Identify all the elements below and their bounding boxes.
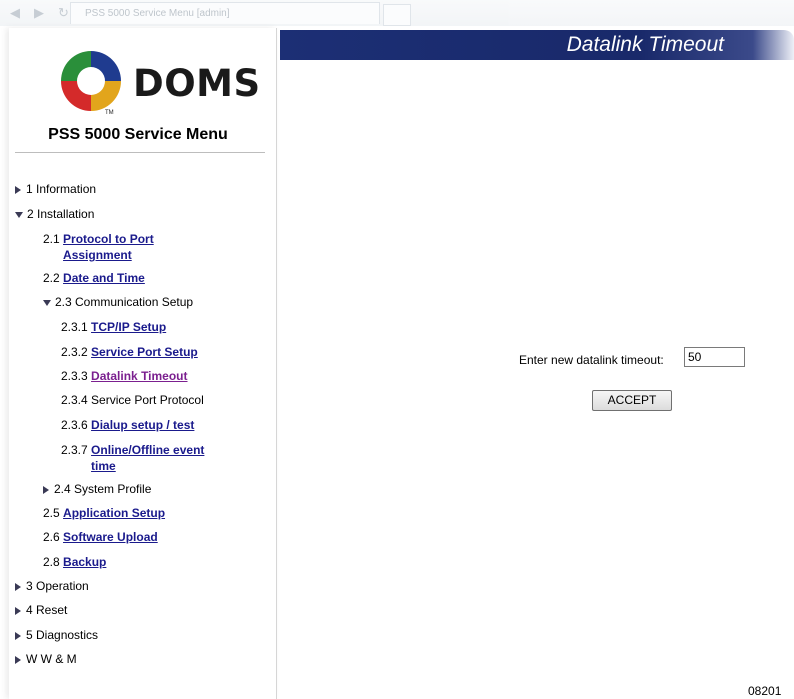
menu-item-wwm[interactable]: W W & M bbox=[15, 651, 77, 667]
menu-item-operation[interactable]: 3 Operation bbox=[15, 578, 89, 594]
link-software-upload[interactable]: Software Upload bbox=[63, 530, 158, 544]
expand-icon bbox=[15, 655, 21, 664]
expand-icon bbox=[15, 606, 21, 615]
link-datalink-timeout[interactable]: Datalink Timeout bbox=[91, 369, 187, 383]
menu-item-tcpip-setup: 2.3.1 TCP/IP Setup bbox=[61, 320, 167, 334]
collapse-icon bbox=[15, 211, 23, 218]
doms-logo-icon bbox=[61, 51, 121, 111]
menu-item-dialup-setup: 2.3.6 Dialup setup / test bbox=[61, 418, 195, 432]
expand-icon bbox=[15, 185, 21, 194]
link-protocol-to-port[interactable]: Protocol to Port Assignment bbox=[63, 231, 173, 263]
menu-item-diagnostics[interactable]: 5 Diagnostics bbox=[15, 627, 98, 643]
menu-item-service-port-protocol: 2.3.4 Service Port Protocol bbox=[61, 393, 204, 407]
link-dialup-setup[interactable]: Dialup setup / test bbox=[91, 418, 194, 432]
link-backup[interactable]: Backup bbox=[63, 555, 106, 569]
timeout-label: Enter new datalink timeout: bbox=[519, 353, 664, 367]
expand-icon bbox=[15, 631, 21, 640]
expand-icon bbox=[43, 485, 49, 494]
link-online-offline-event[interactable]: Online/Offline event time bbox=[91, 442, 231, 474]
menu-item-service-port-setup: 2.3.2 Service Port Setup bbox=[61, 345, 198, 359]
menu-item-information[interactable]: 1 Information bbox=[15, 181, 96, 197]
link-service-port-setup[interactable]: Service Port Setup bbox=[91, 345, 198, 359]
timeout-input[interactable] bbox=[684, 347, 745, 367]
collapse-icon bbox=[43, 299, 51, 306]
menu-item-datalink-timeout: 2.3.3 Datalink Timeout bbox=[61, 369, 188, 383]
page-header: Datalink Timeout bbox=[280, 30, 794, 60]
link-date-time[interactable]: Date and Time bbox=[63, 271, 145, 285]
logo-text: DOMS bbox=[133, 62, 261, 105]
divider bbox=[15, 152, 265, 153]
logo-trademark: TM bbox=[105, 110, 114, 116]
menu-item-installation[interactable]: 2 Installation bbox=[15, 206, 94, 222]
browser-tab-title: PSS 5000 Service Menu [admin] bbox=[85, 8, 230, 19]
menu-item-date-time: 2.2 Date and Time bbox=[43, 271, 145, 285]
expand-icon bbox=[15, 582, 21, 591]
link-application-setup[interactable]: Application Setup bbox=[63, 506, 165, 520]
footer-code: 08201 bbox=[748, 684, 782, 698]
link-tcpip-setup[interactable]: TCP/IP Setup bbox=[91, 320, 166, 334]
doms-logo: DOMS TM bbox=[51, 40, 261, 134]
menu-item-online-offline-event: 2.3.7 Online/Offline event time bbox=[61, 442, 231, 474]
menu-title: PSS 5000 Service Menu bbox=[48, 126, 228, 143]
sidebar: DOMS TM PSS 5000 Service Menu 1 Informat… bbox=[9, 28, 277, 699]
menu-item-reset[interactable]: 4 Reset bbox=[15, 602, 67, 618]
menu-item-application-setup: 2.5 Application Setup bbox=[43, 506, 166, 520]
menu-item-protocol-to-port: 2.1 Protocol to Port Assignment bbox=[43, 231, 173, 263]
accept-button[interactable]: ACCEPT bbox=[592, 390, 672, 411]
browser-tab[interactable]: PSS 5000 Service Menu [admin] bbox=[70, 2, 380, 24]
page-title: Datalink Timeout bbox=[566, 33, 724, 56]
menu-item-backup: 2.8 Backup bbox=[43, 555, 107, 569]
new-tab-button[interactable] bbox=[383, 4, 411, 26]
menu-item-communication-setup[interactable]: 2.3 Communication Setup bbox=[43, 294, 193, 310]
menu-item-software-upload: 2.6 Software Upload bbox=[43, 530, 158, 544]
menu-item-system-profile[interactable]: 2.4 System Profile bbox=[43, 481, 151, 497]
browser-chrome: ◀▶↻ PSS 5000 Service Menu [admin] bbox=[0, 0, 794, 26]
